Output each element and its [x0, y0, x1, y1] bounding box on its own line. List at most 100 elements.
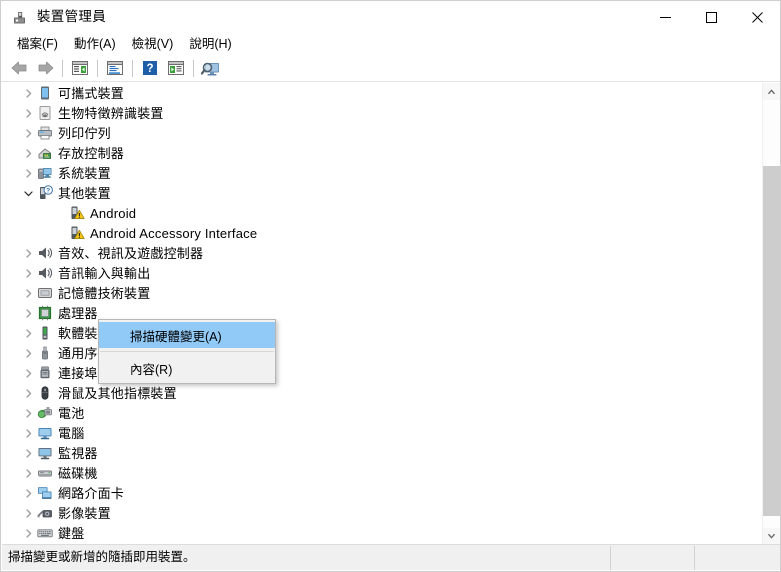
chevron-right-icon[interactable] [20, 483, 36, 503]
unknown-device-warning-icon [68, 203, 86, 223]
status-bar: 掃描變更或新增的隨插即用裝置。 [2, 544, 780, 570]
close-button[interactable] [734, 1, 780, 33]
tree-item[interactable]: 列印佇列 [2, 123, 757, 143]
context-menu-separator [100, 351, 274, 352]
chevron-right-icon[interactable] [20, 323, 36, 343]
tree-item[interactable]: Android Accessory Interface [2, 223, 757, 243]
tree-item[interactable]: ? 其他裝置 [2, 183, 757, 203]
tree-item[interactable]: Android [2, 203, 757, 223]
minimize-button[interactable] [642, 1, 688, 33]
computer-icon [36, 423, 54, 443]
software-device-icon [36, 323, 54, 343]
maximize-button[interactable] [688, 1, 734, 33]
scroll-up-arrow-icon[interactable] [763, 83, 780, 100]
properties-button[interactable] [103, 57, 127, 80]
chevron-right-icon[interactable] [20, 423, 36, 443]
status-bar-separator [694, 546, 695, 570]
chevron-right-icon[interactable] [20, 303, 36, 323]
svg-text:?: ? [46, 188, 50, 195]
tree-item[interactable]: 音訊輸入與輸出 [2, 263, 757, 283]
tree-item-label: 處理器 [58, 305, 98, 321]
show-hidden-devices-button[interactable] [199, 57, 223, 80]
chevron-right-icon[interactable] [20, 243, 36, 263]
chevron-right-icon[interactable] [20, 103, 36, 123]
scan-hardware-button[interactable] [164, 57, 188, 80]
chevron-right-icon[interactable] [20, 523, 36, 543]
menu-action[interactable]: 動作(A) [66, 36, 124, 53]
other-device-icon: ? [36, 183, 54, 203]
chevron-right-icon[interactable] [20, 263, 36, 283]
mouse-icon [36, 383, 54, 403]
svg-text:?: ? [146, 63, 153, 75]
battery-icon [36, 403, 54, 423]
toolbar: ? [1, 55, 780, 82]
tree-item[interactable]: 電腦 [2, 423, 757, 443]
chevron-right-icon[interactable] [20, 163, 36, 183]
ctx-scan-hardware-changes[interactable]: 掃描硬體變更(A) [99, 322, 275, 348]
tree-item[interactable]: 磁碟機 [2, 463, 757, 483]
menu-view[interactable]: 檢視(V) [124, 36, 182, 53]
chevron-none [52, 203, 68, 223]
portable-device-icon [36, 83, 54, 103]
console-tree-icon [71, 60, 89, 76]
port-icon [36, 363, 54, 383]
tree-item-label: 系統裝置 [58, 165, 111, 181]
forward-button[interactable] [33, 57, 57, 80]
window-controls [642, 1, 780, 33]
chevron-down-icon[interactable] [20, 183, 36, 203]
tree-item[interactable]: 音效、視訊及遊戲控制器 [2, 243, 757, 263]
forward-arrow-icon [36, 60, 55, 76]
menu-file[interactable]: 檔案(F) [9, 36, 66, 53]
tree-item[interactable]: 網路介面卡 [2, 483, 757, 503]
tree-item[interactable]: 滑鼠及其他指標裝置 [2, 383, 757, 403]
menu-bar: 檔案(F) 動作(A) 檢視(V) 說明(H) [1, 33, 780, 55]
chevron-right-icon[interactable] [20, 363, 36, 383]
tree-item-label: 可攜式裝置 [58, 85, 125, 101]
scrollbar-track[interactable] [763, 100, 780, 528]
tree-item-label: Android Accessory Interface [90, 225, 258, 241]
tree-item[interactable]: 生物特徵辨識裝置 [2, 103, 757, 123]
chevron-right-icon[interactable] [20, 143, 36, 163]
chevron-right-icon[interactable] [20, 83, 36, 103]
tree-item[interactable]: 監視器 [2, 443, 757, 463]
tree-item-label: 列印佇列 [58, 125, 111, 141]
back-button[interactable] [7, 57, 31, 80]
tree-item[interactable]: 存放控制器 [2, 143, 757, 163]
title-bar[interactable]: 裝置管理員 [1, 1, 780, 33]
status-bar-separator [610, 546, 611, 570]
network-adapter-icon [36, 483, 54, 503]
tree-item[interactable]: 電池 [2, 403, 757, 423]
tree-item-label: 音效、視訊及遊戲控制器 [58, 245, 204, 261]
menu-help[interactable]: 說明(H) [181, 36, 239, 53]
usb-controller-icon [36, 343, 54, 363]
toolbar-separator [97, 59, 98, 77]
chevron-right-icon[interactable] [20, 343, 36, 363]
help-button[interactable]: ? [138, 57, 162, 80]
chevron-right-icon[interactable] [20, 503, 36, 523]
tree-item[interactable]: 系統裝置 [2, 163, 757, 183]
fingerprint-icon [36, 103, 54, 123]
device-tree[interactable]: 可攜式裝置生物特徵辨識裝置列印佇列存放控制器系統裝置 ? 其他裝置 Android An… [2, 83, 757, 545]
scroll-down-arrow-icon[interactable] [763, 528, 780, 545]
chevron-right-icon[interactable] [20, 383, 36, 403]
context-menu[interactable]: 掃描硬體變更(A) 內容(R) [98, 319, 276, 384]
console-tree-button[interactable] [68, 57, 92, 80]
ctx-properties[interactable]: 內容(R) [99, 355, 275, 381]
chevron-right-icon[interactable] [20, 403, 36, 423]
tree-item-label: 影像裝置 [58, 505, 111, 521]
scrollbar-thumb[interactable] [763, 166, 780, 516]
chevron-right-icon[interactable] [20, 443, 36, 463]
speaker-icon [36, 263, 54, 283]
device-manager-window: 裝置管理員 檔案(F) 動作(A) 檢視(V) 說明(H) ? 可攜式裝置 生物… [0, 0, 781, 572]
toolbar-separator [193, 59, 194, 77]
vertical-scrollbar[interactable] [762, 83, 780, 545]
tree-item[interactable]: 影像裝置 [2, 503, 757, 523]
device-manager-icon [11, 9, 28, 26]
tree-item[interactable]: 記憶體技術裝置 [2, 283, 757, 303]
tree-item[interactable]: 鍵盤 [2, 523, 757, 543]
chevron-right-icon[interactable] [20, 123, 36, 143]
tree-item[interactable]: 可攜式裝置 [2, 83, 757, 103]
memory-tech-icon [36, 283, 54, 303]
chevron-right-icon[interactable] [20, 463, 36, 483]
chevron-right-icon[interactable] [20, 283, 36, 303]
